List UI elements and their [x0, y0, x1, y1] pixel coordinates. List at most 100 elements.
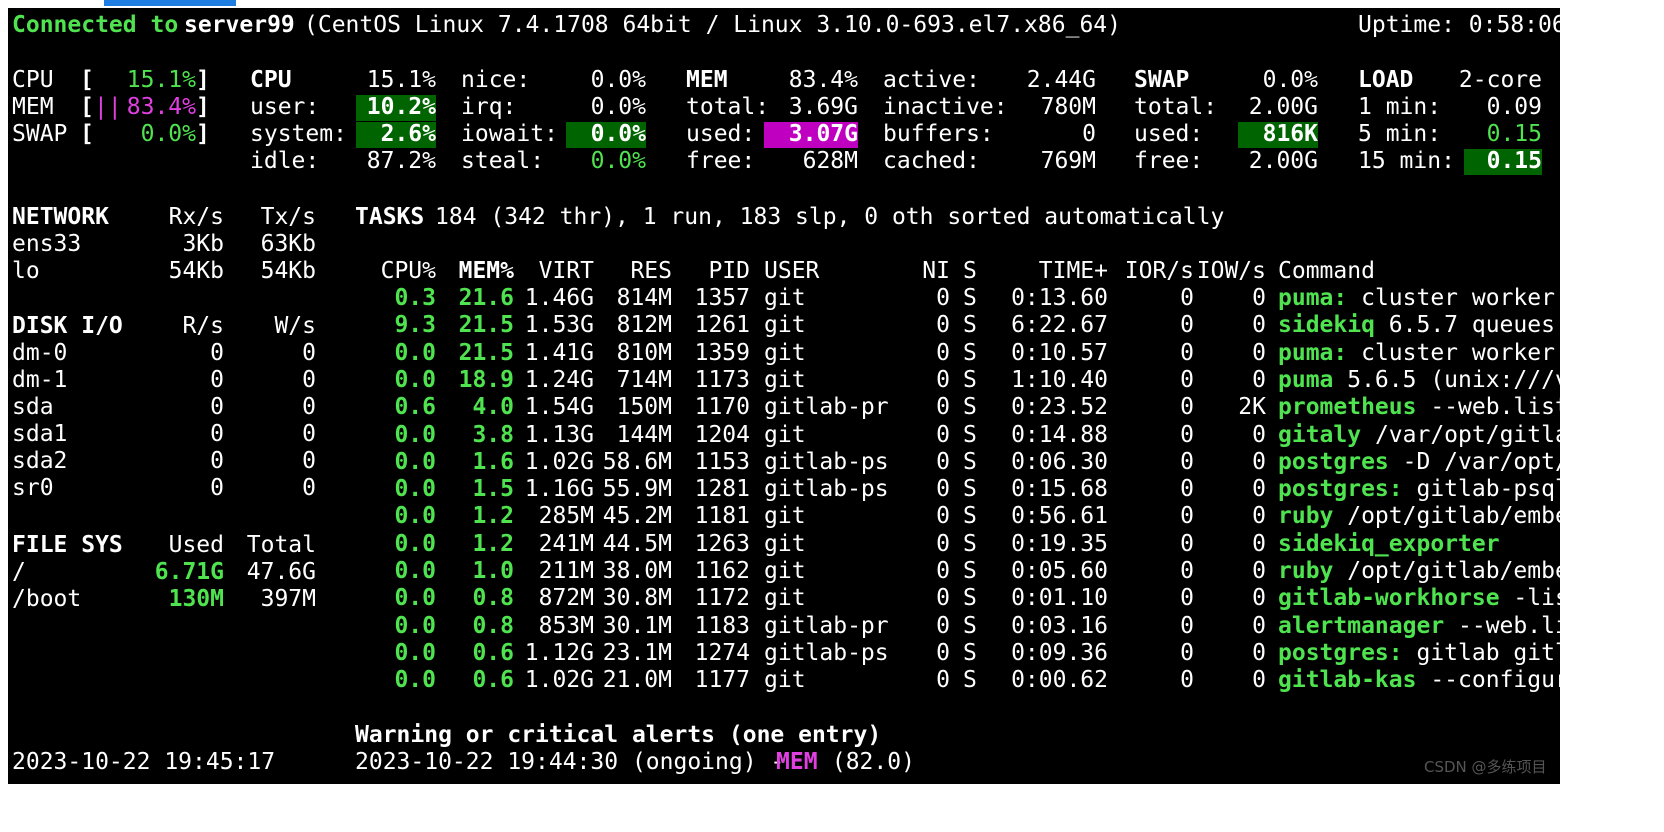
col-iow[interactable]: IOW/s — [1196, 258, 1266, 285]
load-1min-label: 1 min: — [1358, 94, 1442, 120]
proc-status: S — [963, 285, 977, 311]
proc-command: postgres: gitlab-psql — [1278, 476, 1560, 503]
col-cpu[interactable]: CPU% — [368, 258, 436, 285]
proc-command-args: gitlab-psql — [1402, 476, 1560, 503]
proc-status: S — [963, 558, 977, 584]
proc-user: git — [764, 339, 806, 366]
proc-command-name: puma: — [1278, 285, 1348, 311]
proc-ni: 0 — [936, 366, 950, 393]
proc-pid: 1261 — [694, 312, 750, 339]
proc-mem: 0.8 — [472, 612, 514, 639]
proc-ni: 0 — [936, 558, 950, 584]
proc-time: 0:10.57 — [1011, 339, 1108, 366]
proc-command: postgres: gitlab gitl — [1278, 640, 1560, 667]
alert-value: (82.0) — [818, 749, 915, 775]
proc-command-args: 6.5.7 queues: — [1374, 312, 1560, 339]
disk-read: 0 — [210, 475, 224, 501]
proc-time: 0:15.68 — [1011, 476, 1108, 503]
proc-iow: 0 — [1252, 312, 1266, 339]
ql-cpu-label: CPU — [12, 67, 54, 93]
proc-ior: 0 — [1180, 476, 1194, 503]
proc-cpu: 9.3 — [394, 312, 436, 339]
proc-res: 44.5M — [602, 530, 672, 557]
proc-res: 714M — [616, 366, 672, 393]
active-tab[interactable] — [104, 0, 236, 6]
proc-res: 23.1M — [602, 639, 672, 666]
ql-cpu-value: 15.1% — [126, 67, 196, 93]
proc-pid: 1170 — [694, 394, 750, 421]
proc-command-name: gitlab-kas — [1278, 667, 1417, 694]
ql-swap-end: ] — [196, 121, 210, 147]
disk-write: 0 — [302, 394, 316, 420]
proc-iow: 0 — [1252, 639, 1266, 666]
proc-res: 150M — [616, 394, 672, 421]
proc-ni: 0 — [936, 639, 950, 666]
disk-write: 0 — [302, 340, 316, 366]
proc-command-args: /var/opt/gitla — [1361, 421, 1560, 448]
col-time[interactable]: TIME+ — [1004, 258, 1108, 285]
proc-command-args: /opt/gitlab/embe — [1333, 503, 1560, 530]
mem-percent: 83.4% — [788, 67, 858, 93]
proc-mem: 0.8 — [472, 585, 514, 612]
col-mem[interactable]: MEM% — [448, 258, 514, 285]
disk-read: 0 — [210, 367, 224, 393]
proc-time: 1:10.40 — [1011, 366, 1108, 393]
proc-status: S — [963, 530, 977, 557]
terminal-window[interactable]: Connected to server99 (CentOS Linux 7.4.… — [8, 8, 1560, 784]
col-ior[interactable]: IOR/s — [1118, 258, 1194, 285]
load-5min: 0.15 — [1486, 121, 1542, 147]
proc-command-args: /opt/gitlab/embe — [1333, 558, 1560, 584]
proc-command: puma: cluster worker — [1278, 285, 1560, 312]
proc-command: puma: cluster worker — [1278, 340, 1560, 367]
proc-ior: 0 — [1180, 585, 1194, 612]
proc-user: git — [764, 585, 806, 612]
swap-used-label: used: — [1134, 121, 1204, 147]
cpu-steal: 0.0% — [590, 148, 646, 174]
proc-ni: 0 — [936, 503, 950, 530]
proc-iow: 0 — [1252, 558, 1266, 584]
proc-status: S — [963, 476, 977, 503]
watermark: CSDN @多练项目 — [1424, 758, 1547, 776]
proc-iow: 0 — [1252, 339, 1266, 366]
proc-user: gitlab-ps — [764, 476, 889, 503]
proc-command-args: -lis — [1513, 585, 1560, 612]
proc-res: 55.9M — [602, 476, 672, 503]
proc-cpu: 0.0 — [394, 339, 436, 366]
col-user[interactable]: USER — [764, 258, 819, 285]
proc-iow: 0 — [1252, 612, 1266, 639]
col-virt[interactable]: VIRT — [518, 258, 594, 285]
proc-pid: 1177 — [694, 667, 750, 694]
tasks-summary: 184 (342 thr), 1 run, 183 slp, 0 oth sor… — [435, 204, 1225, 230]
proc-command-args: --web.li — [1444, 612, 1560, 639]
proc-res: 21.0M — [602, 667, 672, 694]
proc-time: 0:13.60 — [1011, 285, 1108, 311]
load-5min-label: 5 min: — [1358, 121, 1442, 147]
proc-command: gitlab-kas --configur — [1278, 667, 1560, 694]
mem-buffers-label: buffers: — [883, 121, 994, 147]
proc-command: gitaly /var/opt/gitla — [1278, 422, 1560, 449]
col-command[interactable]: Command — [1278, 258, 1375, 285]
proc-pid: 1181 — [694, 503, 750, 530]
cpu-steal-label: steal: — [461, 148, 545, 174]
proc-mem: 0.6 — [472, 667, 514, 694]
proc-command-args: cluster worker — [1347, 285, 1555, 311]
col-status[interactable]: S — [963, 258, 977, 285]
proc-cpu: 0.3 — [394, 285, 436, 311]
swap-free-label: free: — [1134, 148, 1204, 174]
ql-mem-value: 83.4% — [126, 94, 196, 120]
proc-res: 144M — [616, 421, 672, 448]
mem-cached-label: cached: — [883, 148, 980, 174]
col-res[interactable]: RES — [598, 258, 672, 285]
col-ni[interactable]: NI — [908, 258, 950, 285]
cpu-system-label: system: — [250, 121, 347, 147]
col-pid[interactable]: PID — [678, 258, 750, 285]
proc-cpu: 0.0 — [394, 639, 436, 666]
swap-free: 2.00G — [1248, 148, 1318, 174]
proc-command: sidekiq_exporter — [1278, 531, 1560, 558]
proc-pid: 1359 — [694, 339, 750, 366]
network-iface-tx: 63Kb — [260, 231, 316, 257]
proc-ni: 0 — [936, 394, 950, 421]
proc-virt: 872M — [538, 585, 594, 612]
disk-w-header: W/s — [274, 313, 316, 339]
disk-read: 0 — [210, 421, 224, 447]
